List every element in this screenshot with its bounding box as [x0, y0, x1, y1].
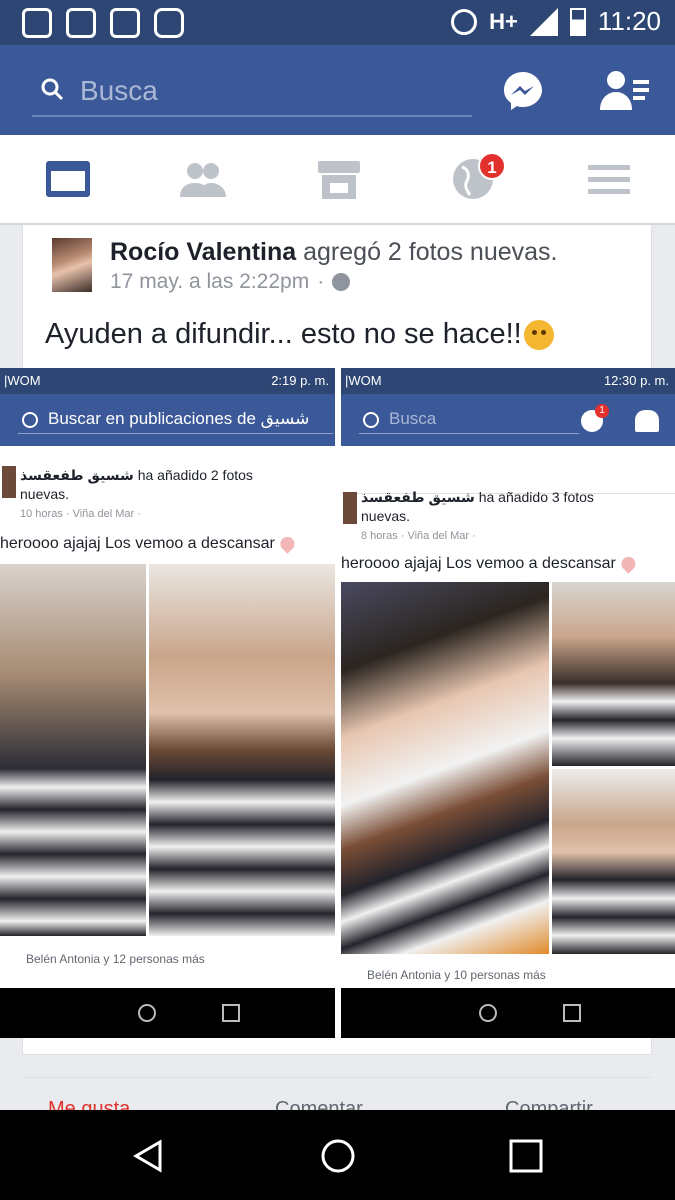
- mini-messenger-badge: 1: [595, 404, 609, 418]
- battery-icon: [569, 7, 586, 36]
- mini-back-icon: [56, 1004, 74, 1022]
- photo-2: [552, 582, 675, 766]
- author-avatar[interactable]: [52, 238, 92, 292]
- photo-1: [341, 582, 549, 954]
- mini-recents-icon: [222, 1004, 240, 1022]
- mini-action-1: ha añadido 3 fotos: [478, 489, 594, 505]
- mini-tab-bar: [341, 446, 675, 494]
- mini-home-icon: [479, 1004, 497, 1022]
- post-action: agregó 2 fotos nuevas.: [303, 238, 558, 266]
- mini-meta: 8 horas · Viña del Mar ·: [361, 530, 476, 542]
- news-feed-tab-icon[interactable]: [44, 157, 94, 201]
- mini-time: 12:30 p. m.: [603, 373, 669, 388]
- mini-author-name: شسيق طفعقسذ: [20, 467, 134, 483]
- notifications-badge: 1: [478, 152, 506, 180]
- image-icon: [110, 8, 140, 38]
- search-bar[interactable]: [32, 67, 472, 117]
- mini-text-value: heroooo ajajaj Los vemoo a descansar: [341, 555, 616, 572]
- footer-divider: [22, 1077, 652, 1078]
- mini-meta: 10 horas · Viña del Mar ·: [20, 508, 141, 520]
- mini-header: Buscar en publicaciones de شسيق: [0, 394, 335, 446]
- status-bar: H+ 11:20: [0, 0, 675, 45]
- marketplace-tab-icon[interactable]: [314, 157, 364, 201]
- mini-time: 2:19 p. m.: [271, 373, 329, 388]
- post-text: Ayuden a difundir... esto no se hace!!: [45, 318, 554, 351]
- mini-avatar: [343, 492, 357, 524]
- post-timestamp[interactable]: 17 may. a las 2:22pm: [110, 270, 309, 294]
- globe-icon: [332, 273, 351, 291]
- mini-reactions-text: Belén Antonia y 12 personas más: [26, 952, 205, 966]
- system-nav-bar: [0, 1110, 675, 1200]
- app-header: [0, 45, 675, 135]
- mini-status-bar: |WOM 2:19 p. m.: [0, 368, 335, 394]
- search-icon: [41, 78, 64, 101]
- mini-reactions-text: Belén Antonia y 10 personas más: [367, 968, 546, 982]
- mini-friend-requests-icon: [635, 410, 659, 432]
- photo-2: [149, 564, 335, 936]
- status-notification-icons: [22, 8, 184, 38]
- mini-post-text: heroooo ajajaj Los vemoo a descansar: [341, 553, 639, 574]
- mini-home-icon: [138, 1004, 156, 1022]
- embedded-screenshot-right[interactable]: |WOM 12:30 p. m. Busca 1 شسيق طفعقسذ ha …: [341, 368, 675, 1038]
- photo-1: [0, 564, 146, 936]
- network-type: H+: [489, 8, 518, 34]
- alarm-icon: [451, 8, 478, 35]
- message-icon: [66, 8, 96, 38]
- post-message: Ayuden a difundir... esto no se hace!!: [45, 318, 522, 350]
- mini-recents-icon: [563, 1004, 581, 1022]
- mini-author-name: شسيق طفعقسذ: [361, 489, 475, 505]
- clock-time: 11:20: [597, 6, 661, 36]
- search-input[interactable]: [80, 73, 460, 109]
- signal-icon: [529, 7, 558, 36]
- mini-author-line: شسيق طفعقسذ ha añadido 3 fotos nuevas.: [361, 488, 594, 526]
- mini-status-bar: |WOM 12:30 p. m.: [341, 368, 675, 394]
- friend-requests-icon[interactable]: [600, 70, 650, 112]
- mini-action-2: nuevas.: [20, 486, 70, 502]
- mini-avatar: [2, 466, 16, 498]
- heart-icon: [618, 553, 639, 574]
- mini-reactions: Belén Antonia y 12 personas más: [4, 952, 205, 966]
- messenger-icon[interactable]: [502, 70, 544, 112]
- meta-separator: ·: [317, 270, 325, 293]
- mini-search-bar: Busca: [359, 406, 579, 434]
- mini-header: Busca 1: [341, 394, 675, 446]
- menu-tab-icon[interactable]: [584, 157, 634, 201]
- mini-search-bar: Buscar en publicaciones de شسيق: [18, 406, 333, 434]
- phone-sync-icon: [22, 8, 52, 38]
- post-header: Rocío Valentina agregó 2 fotos nuevas.: [110, 238, 557, 267]
- author-name[interactable]: Rocío Valentina: [110, 238, 296, 266]
- back-icon[interactable]: [130, 1138, 166, 1174]
- mini-action-1: ha añadido 2 fotos: [137, 467, 253, 483]
- tab-bar: [0, 135, 675, 225]
- mini-nav-bar: [0, 988, 335, 1038]
- mini-text-value: heroooo ajajaj Los vemoo a descansar: [0, 535, 275, 552]
- angry-emoji-icon: [523, 319, 554, 350]
- mini-carrier: |WOM: [345, 373, 382, 388]
- post-meta: 17 may. a las 2:22pm ·: [110, 270, 351, 294]
- recents-icon[interactable]: [508, 1138, 544, 1174]
- mini-author-line: شسيق طفعقسذ ha añadido 2 fotos nuevas.: [20, 466, 253, 504]
- mini-carrier: |WOM: [4, 373, 41, 388]
- download-icon: [154, 8, 184, 38]
- mini-post-text: heroooo ajajaj Los vemoo a descansar: [0, 533, 298, 554]
- embedded-screenshot-left[interactable]: |WOM 2:19 p. m. Buscar en publicaciones …: [0, 368, 335, 1038]
- mini-reactions: Belén Antonia y 10 personas más: [345, 968, 546, 982]
- home-icon[interactable]: [320, 1138, 356, 1174]
- mini-action-2: nuevas.: [361, 508, 411, 524]
- friends-tab-icon[interactable]: [178, 157, 228, 201]
- status-system-icons: H+ 11:20: [451, 6, 661, 37]
- heart-icon: [277, 533, 298, 554]
- photo-3: [552, 769, 675, 954]
- screen: H+ 11:20 Busca 1 Rocío Valentina agregó …: [0, 0, 675, 1200]
- mini-nav-bar: [341, 988, 675, 1038]
